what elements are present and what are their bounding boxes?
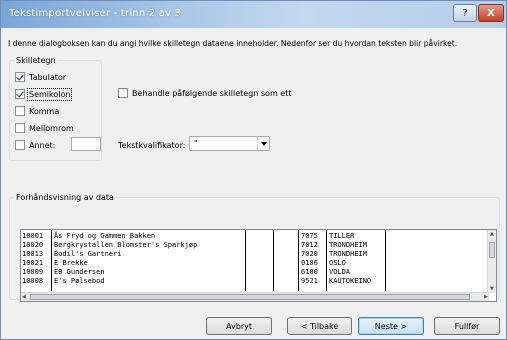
preview-cell: Bodil's Gartneri bbox=[54, 250, 122, 258]
preview-cell: OSLO bbox=[329, 259, 346, 267]
next-button[interactable]: Neste > bbox=[358, 317, 424, 335]
column-divider[interactable] bbox=[51, 230, 52, 291]
other-checkbox-row[interactable]: Annet: bbox=[15, 140, 55, 150]
semicolon-checkbox[interactable] bbox=[15, 89, 25, 99]
preview-cell: 10021 bbox=[22, 259, 44, 267]
back-button[interactable]: < Tilbake bbox=[287, 317, 352, 335]
tab-checkbox[interactable] bbox=[15, 72, 25, 82]
consecutive-delimiters-row[interactable]: Behandle påfølgende skilletegn som ett bbox=[118, 88, 291, 98]
vertical-scroll-thumb[interactable] bbox=[489, 242, 495, 258]
horizontal-scrollbar[interactable]: ◀ ▶ bbox=[21, 292, 489, 301]
column-divider[interactable] bbox=[298, 230, 299, 291]
scroll-left-icon[interactable]: ◀ bbox=[22, 294, 26, 300]
column-divider[interactable] bbox=[385, 230, 386, 291]
scroll-up-icon[interactable]: ▲ bbox=[490, 231, 494, 237]
text-qualifier-value: " bbox=[194, 139, 198, 148]
close-button[interactable]: X bbox=[478, 4, 504, 22]
preview-cell: 7075 bbox=[301, 232, 318, 240]
preview-cell: 0106 bbox=[301, 259, 318, 267]
preview-cell: TRONDHEIM bbox=[329, 250, 367, 258]
cancel-button[interactable]: Avbryt bbox=[206, 317, 272, 335]
consecutive-delimiters-checkbox[interactable] bbox=[118, 88, 128, 98]
other-delimiter-input[interactable] bbox=[71, 137, 101, 151]
preview-cell: 10020 bbox=[22, 241, 44, 249]
preview-cell: 9521 bbox=[301, 277, 318, 285]
column-divider[interactable] bbox=[326, 230, 327, 291]
comma-checkbox-row[interactable]: Komma bbox=[15, 106, 59, 116]
data-preview-grid[interactable]: 10001 Ås Fryd og Gammen Bakken 7075 TILLER 1… bbox=[20, 229, 497, 302]
other-checkbox-label[interactable]: Annet: bbox=[29, 141, 55, 150]
text-qualifier-label: Tekstkvalifikator: bbox=[118, 141, 186, 150]
text-qualifier-select[interactable]: " bbox=[189, 136, 270, 151]
preview-cell: KAUTOKEINO bbox=[329, 277, 372, 285]
preview-cell: EB Gundersen bbox=[54, 268, 105, 276]
finish-button[interactable]: Fullfør bbox=[434, 317, 500, 335]
space-checkbox[interactable] bbox=[15, 123, 25, 133]
preview-cell: E's Pølsebod bbox=[54, 277, 105, 285]
other-checkbox[interactable] bbox=[15, 140, 25, 150]
text-import-wizard-dialog: Tekstimportveiviser - trinn 2 av 3 ? X I… bbox=[0, 0, 507, 340]
intro-text: I denne dialogboksen kan du angi hvilke … bbox=[8, 39, 458, 48]
preview-cell: TRONDHEIM bbox=[329, 241, 367, 249]
preview-cell: E Brekke bbox=[54, 259, 88, 267]
preview-cell: 10008 bbox=[22, 277, 44, 285]
column-divider[interactable] bbox=[273, 230, 274, 291]
help-button[interactable]: ? bbox=[453, 4, 477, 22]
preview-cell: Bergkrystallen Blomster's Sparkjøp bbox=[54, 241, 198, 249]
preview-cell: 10013 bbox=[22, 250, 44, 258]
space-checkbox-row[interactable]: Mellomrom bbox=[15, 123, 74, 133]
tab-checkbox-label[interactable]: Tabulator bbox=[29, 73, 66, 82]
preview-cell: 10001 bbox=[22, 232, 44, 240]
scroll-right-icon[interactable]: ▶ bbox=[484, 294, 488, 300]
delimiters-group-label: Skilletegn bbox=[16, 56, 56, 65]
comma-checkbox[interactable] bbox=[15, 106, 25, 116]
horizontal-scroll-thumb[interactable] bbox=[30, 294, 470, 300]
preview-cell: TILLER bbox=[329, 232, 355, 240]
preview-group-label: Forhåndsvisning av data bbox=[16, 193, 114, 202]
preview-cell: 10009 bbox=[22, 268, 44, 276]
comma-checkbox-label[interactable]: Komma bbox=[29, 107, 59, 116]
semicolon-checkbox-row[interactable]: Semikolon bbox=[15, 87, 73, 101]
preview-cell: VOLDA bbox=[329, 268, 351, 276]
space-checkbox-label[interactable]: Mellomrom bbox=[29, 124, 74, 133]
scroll-down-icon[interactable]: ▼ bbox=[490, 286, 494, 292]
window-title: Tekstimportveiviser - trinn 2 av 3 bbox=[9, 8, 182, 19]
preview-cell: 7020 bbox=[301, 250, 318, 258]
title-bar[interactable]: Tekstimportveiviser - trinn 2 av 3 ? X bbox=[1, 1, 506, 28]
semicolon-checkbox-label[interactable]: Semikolon bbox=[26, 87, 73, 101]
tab-checkbox-row[interactable]: Tabulator bbox=[15, 72, 66, 82]
preview-cell: 7012 bbox=[301, 241, 318, 249]
column-divider[interactable] bbox=[245, 230, 246, 291]
close-icon: X bbox=[487, 7, 495, 19]
vertical-scrollbar[interactable]: ▲ ▼ bbox=[487, 230, 496, 293]
preview-cell: 6100 bbox=[301, 268, 318, 276]
dropdown-arrow-icon[interactable] bbox=[257, 137, 269, 150]
consecutive-delimiters-label[interactable]: Behandle påfølgende skilletegn som ett bbox=[132, 89, 291, 98]
question-mark-icon: ? bbox=[462, 7, 468, 19]
preview-cell: Ås Fryd og Gammen Bakken bbox=[54, 232, 156, 240]
